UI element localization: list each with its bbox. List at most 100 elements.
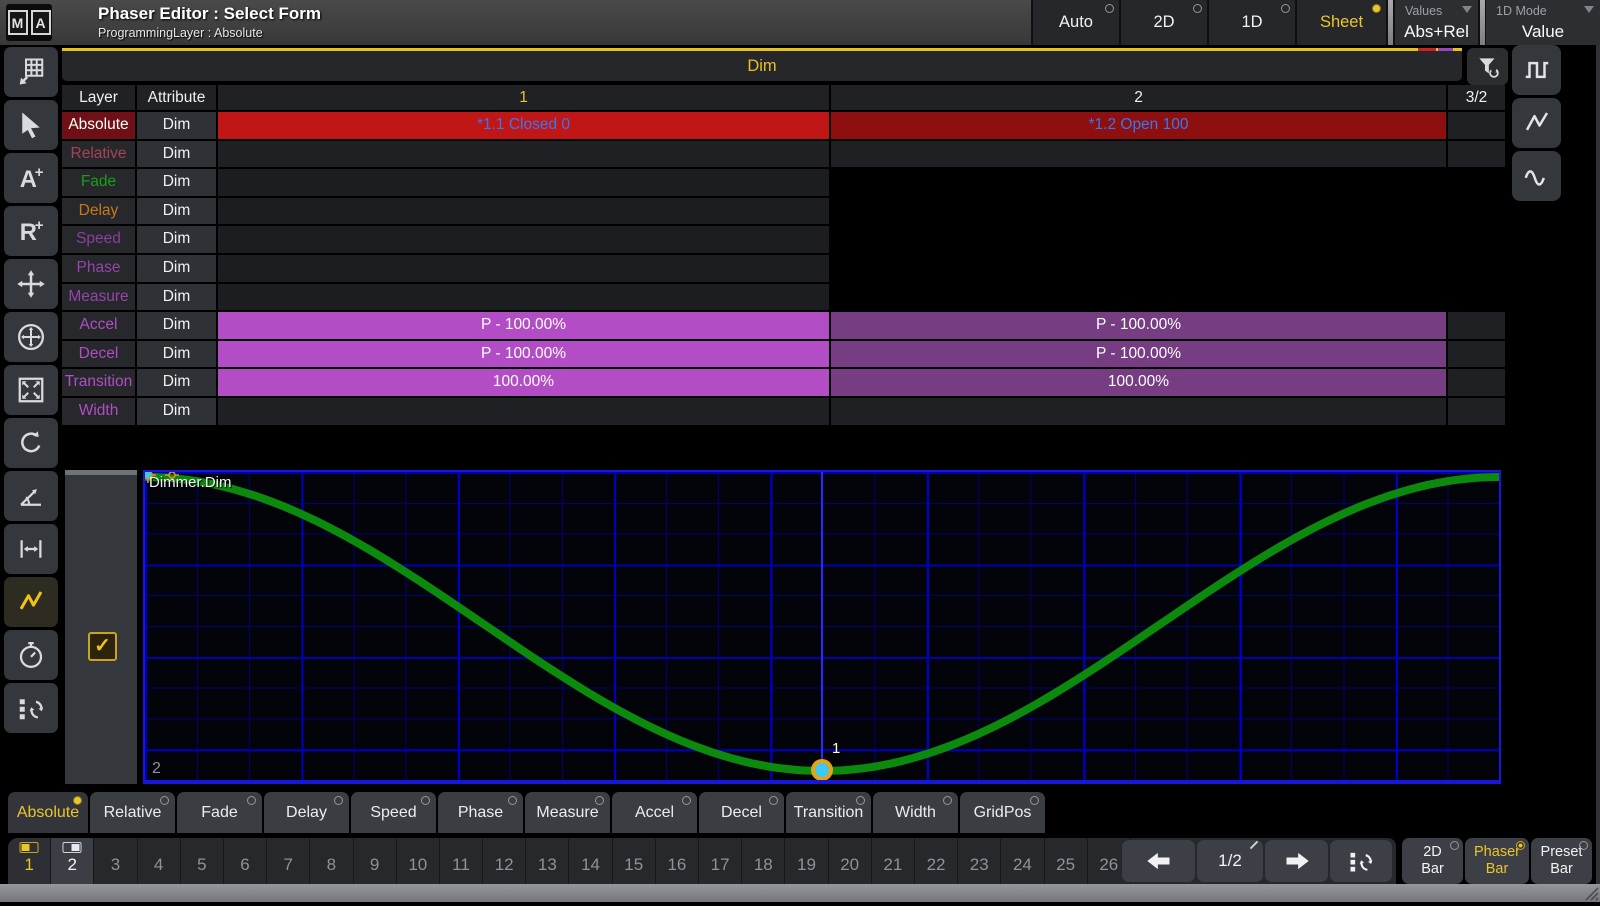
form-button-zigzag-wave[interactable] xyxy=(1512,98,1561,148)
value-cell-absolute-page[interactable] xyxy=(1448,112,1505,139)
tool-button-angle[interactable] xyxy=(4,471,58,521)
value-cell-fade-step1[interactable] xyxy=(218,169,829,196)
value-cell-relative-step1[interactable] xyxy=(218,141,829,168)
value-cell-phase-step1[interactable] xyxy=(218,255,829,282)
value-cell-measure-step2[interactable] xyxy=(831,284,1446,311)
attribute-cell-transition[interactable]: Dim xyxy=(137,369,216,396)
preset-bar-button[interactable]: PresetBar xyxy=(1531,838,1592,884)
value-cell-width-step1[interactable] xyxy=(218,398,829,425)
value-cell-measure-page[interactable] xyxy=(1448,284,1505,311)
value-cell-relative-step2[interactable] xyxy=(831,141,1446,168)
value-cell-measure-step1[interactable] xyxy=(218,284,829,311)
value-cell-fade-step2[interactable] xyxy=(831,169,1446,196)
sheet-header-2[interactable]: 2 xyxy=(831,85,1446,110)
view-button-auto[interactable]: Auto xyxy=(1033,0,1119,45)
step-button-17[interactable]: 17 xyxy=(699,838,742,884)
tool-button-grid-cursor[interactable] xyxy=(4,47,58,97)
layer-cell-width[interactable]: Width xyxy=(62,398,135,425)
step-button-3[interactable]: 3 xyxy=(94,838,137,884)
sheet-header-3-2[interactable]: 3/2 xyxy=(1448,85,1505,110)
layer-cell-absolute[interactable]: Absolute xyxy=(62,112,135,139)
value-cell-phase-page[interactable] xyxy=(1448,255,1505,282)
filter-button[interactable] xyxy=(1467,48,1508,85)
layer-cell-decel[interactable]: Decel xyxy=(62,341,135,368)
attribute-cell-relative[interactable]: Dim xyxy=(137,141,216,168)
step-button-25[interactable]: 25 xyxy=(1045,838,1088,884)
view-button-1d[interactable]: 1D xyxy=(1209,0,1295,45)
value-cell-phase-step2[interactable] xyxy=(831,255,1446,282)
tool-button-sync[interactable] xyxy=(4,683,58,733)
tool-button-move[interactable] xyxy=(4,259,58,309)
value-cell-delay-step1[interactable] xyxy=(218,198,829,225)
attribute-cell-phase[interactable]: Dim xyxy=(137,255,216,282)
next-page-button[interactable] xyxy=(1265,840,1328,882)
attribute-cell-fade[interactable]: Dim xyxy=(137,169,216,196)
sheet-header-layer[interactable]: Layer xyxy=(62,85,135,110)
tool-button-rotate[interactable] xyxy=(4,418,58,468)
step-button-9[interactable]: 9 xyxy=(354,838,397,884)
step-button-1[interactable]: 1 xyxy=(8,838,51,884)
view-button-2d[interactable]: 2D xyxy=(1121,0,1207,45)
attribute-cell-absolute[interactable]: Dim xyxy=(137,112,216,139)
tab-width[interactable]: Width xyxy=(873,792,958,833)
step-button-18[interactable]: 18 xyxy=(742,838,785,884)
value-cell-width-step2[interactable] xyxy=(831,398,1446,425)
value-cell-relative-page[interactable] xyxy=(1448,141,1505,168)
step-button-6[interactable]: 6 xyxy=(224,838,267,884)
step-button-2[interactable]: 2 xyxy=(51,838,94,884)
resize-grip-icon[interactable] xyxy=(1583,885,1599,906)
tool-button-scale[interactable] xyxy=(4,365,58,415)
attribute-cell-speed[interactable]: Dim xyxy=(137,226,216,253)
attribute-cell-width[interactable]: Dim xyxy=(137,398,216,425)
step-button-14[interactable]: 14 xyxy=(569,838,612,884)
tab-absolute[interactable]: Absolute xyxy=(8,792,88,833)
step-button-16[interactable]: 16 xyxy=(656,838,699,884)
tab-phase[interactable]: Phase xyxy=(438,792,523,833)
tab-gridpos[interactable]: GridPos xyxy=(960,792,1045,833)
step-button-10[interactable]: 10 xyxy=(397,838,440,884)
value-cell-absolute-step2[interactable]: *1.2 Open 100 xyxy=(831,112,1446,139)
tab-speed[interactable]: Speed xyxy=(351,792,436,833)
attribute-cell-delay[interactable]: Dim xyxy=(137,198,216,225)
phaser-graph[interactable]: Dimmer.Dim 2 1 xyxy=(143,470,1501,784)
form-button-sine-wave[interactable] xyxy=(1512,151,1561,201)
value-cell-decel-page[interactable] xyxy=(1448,341,1505,368)
value-cell-speed-page[interactable] xyxy=(1448,226,1505,253)
value-cell-transition-step1[interactable]: 100.00% xyxy=(218,369,829,396)
value-cell-decel-step2[interactable]: P - 100.00% xyxy=(831,341,1446,368)
value-cell-transition-page[interactable] xyxy=(1448,369,1505,396)
prev-page-button[interactable] xyxy=(1122,840,1195,882)
tab-fade[interactable]: Fade xyxy=(177,792,262,833)
layer-cell-transition[interactable]: Transition xyxy=(62,369,135,396)
step-button-4[interactable]: 4 xyxy=(138,838,181,884)
layer-cell-speed[interactable]: Speed xyxy=(62,226,135,253)
step-button-12[interactable]: 12 xyxy=(483,838,526,884)
value-cell-width-page[interactable] xyxy=(1448,398,1505,425)
value-cell-delay-step2[interactable] xyxy=(831,198,1446,225)
value-cell-fade-page[interactable] xyxy=(1448,169,1505,196)
ma-logo[interactable]: M A xyxy=(6,4,52,41)
value-cell-speed-step1[interactable] xyxy=(218,226,829,253)
layer-cell-delay[interactable]: Delay xyxy=(62,198,135,225)
step-button-24[interactable]: 24 xyxy=(1001,838,1044,884)
step-button-11[interactable]: 11 xyxy=(440,838,483,884)
sheet-header-1[interactable]: 1 xyxy=(218,85,829,110)
1d-mode-dropdown[interactable]: 1D Mode Value xyxy=(1486,0,1600,45)
value-cell-decel-step1[interactable]: P - 100.00% xyxy=(218,341,829,368)
window-titlebar[interactable]: M A Phaser Editor : Select Form Programm… xyxy=(0,0,1600,45)
layer-cell-fade[interactable]: Fade xyxy=(62,169,135,196)
step-button-15[interactable]: 15 xyxy=(613,838,656,884)
step-button-19[interactable]: 19 xyxy=(785,838,828,884)
tab-measure[interactable]: Measure xyxy=(525,792,610,833)
step-button-23[interactable]: 23 xyxy=(958,838,1001,884)
form-button-square-wave[interactable] xyxy=(1512,45,1561,95)
tool-button-pointer[interactable] xyxy=(4,100,58,150)
step-button-21[interactable]: 21 xyxy=(872,838,915,884)
step1-point-marker[interactable] xyxy=(811,759,833,781)
attribute-cell-accel[interactable]: Dim xyxy=(137,312,216,339)
step-button-8[interactable]: 8 xyxy=(310,838,353,884)
tab-relative[interactable]: Relative xyxy=(90,792,175,833)
values-dropdown[interactable]: Values Abs+Rel xyxy=(1395,0,1478,45)
step-button-20[interactable]: 20 xyxy=(829,838,872,884)
value-cell-accel-page[interactable] xyxy=(1448,312,1505,339)
